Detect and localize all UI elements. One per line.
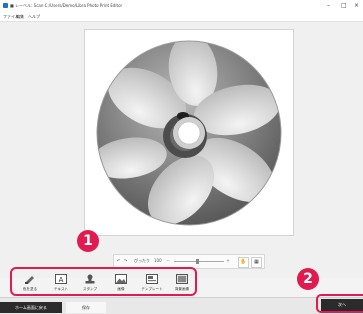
fill-brush-icon: [25, 276, 34, 284]
image-icon: [115, 274, 127, 284]
minimize-button[interactable]: –: [327, 2, 330, 9]
tool-label: 色を塗る: [22, 287, 38, 291]
tool-label: テンプレート: [141, 287, 163, 291]
menu-edit[interactable]: 編集: [16, 14, 24, 20]
background-image-icon: [176, 274, 188, 284]
text-icon: A: [55, 274, 67, 284]
tool-stamp[interactable]: スタンプ: [78, 274, 102, 294]
window-title: ■ レーベル: Scan C:/Users/Demo/Libra Photo P…: [10, 3, 123, 8]
save-tab[interactable]: 保存: [66, 302, 106, 313]
zoom-value: 100: [154, 258, 162, 263]
tool-label: 画像: [117, 287, 125, 291]
menu-help[interactable]: ヘルプ: [28, 14, 40, 20]
grid-toggle-button[interactable]: ▦: [251, 257, 262, 268]
stamp-icon: [85, 274, 95, 284]
tool-fill-brush[interactable]: 色を塗る: [18, 274, 42, 294]
tool-text[interactable]: A テキスト: [49, 274, 73, 294]
title-bar: ■ レーベル: Scan C:/Users/Demo/Libra Photo P…: [0, 0, 363, 12]
template-icon: [146, 274, 158, 284]
redo-button[interactable]: ↷: [124, 258, 127, 263]
close-button[interactable]: ×: [354, 2, 359, 9]
tool-label: テキスト: [53, 287, 69, 291]
tool-label: スタンプ: [82, 287, 98, 291]
tool-template[interactable]: テンプレート: [140, 274, 164, 294]
maximize-button[interactable]: □: [341, 2, 347, 9]
label-canvas[interactable]: [84, 29, 294, 236]
tool-label: 背景画像: [174, 287, 190, 291]
hand-tool-button[interactable]: ✋: [238, 257, 249, 268]
menu-bar: ファイル 編集 ヘルプ: [0, 12, 363, 22]
zoom-slider-handle[interactable]: [196, 259, 199, 264]
svg-text:A: A: [59, 276, 64, 284]
app-icon: [3, 3, 8, 8]
zoom-in-button[interactable]: ＋: [226, 258, 230, 264]
step-badge-1: 1: [77, 230, 99, 252]
step-badge-2: 2: [297, 268, 319, 290]
tool-background-image[interactable]: 背景画像: [170, 274, 194, 294]
zoom-out-button[interactable]: －: [166, 258, 170, 264]
tool-image[interactable]: 画像: [109, 274, 133, 294]
back-to-home-button[interactable]: ホーム画面に戻る: [0, 302, 62, 313]
next-button[interactable]: 次へ: [321, 299, 363, 311]
zoom-slider[interactable]: [174, 261, 224, 262]
disc-label-preview: [96, 40, 282, 226]
undo-button[interactable]: ↶: [117, 258, 120, 263]
fit-label[interactable]: ぴったり: [134, 258, 150, 264]
